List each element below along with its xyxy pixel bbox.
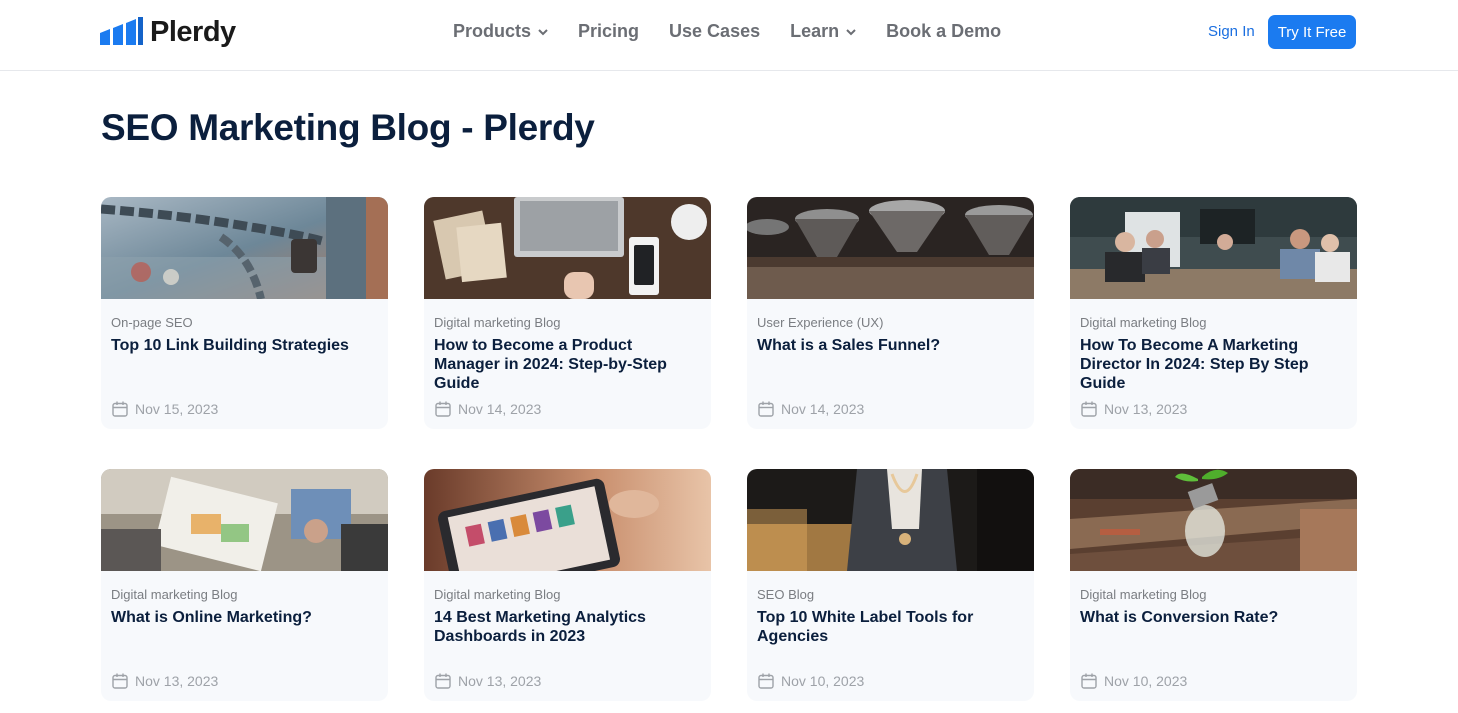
post-date: Nov 14, 2023 bbox=[757, 400, 864, 418]
post-date-text: Nov 13, 2023 bbox=[1104, 401, 1188, 417]
post-category: On-page SEO bbox=[111, 315, 193, 330]
post-date: Nov 13, 2023 bbox=[434, 672, 541, 690]
brand-logo[interactable]: Plerdy bbox=[100, 14, 236, 50]
post-date-text: Nov 15, 2023 bbox=[135, 401, 219, 417]
post-card[interactable]: Digital marketing Blog How to Become a P… bbox=[424, 197, 711, 429]
nav-learn[interactable]: Learn bbox=[790, 19, 856, 43]
post-card[interactable]: User Experience (UX) What is a Sales Fun… bbox=[747, 197, 1034, 429]
post-category: SEO Blog bbox=[757, 587, 815, 602]
nav-label: Book a Demo bbox=[886, 20, 1002, 41]
tablet-dashboard-photo bbox=[424, 469, 711, 571]
glass-funnels-photo bbox=[747, 197, 1034, 299]
post-title[interactable]: Top 10 White Label Tools for Agencies bbox=[757, 608, 1022, 646]
post-category: Digital marketing Blog bbox=[1080, 587, 1207, 602]
chevron-down-icon bbox=[538, 29, 548, 36]
post-date: Nov 13, 2023 bbox=[111, 672, 218, 690]
brand-name: Plerdy bbox=[150, 15, 236, 48]
calendar-icon bbox=[758, 673, 774, 689]
site-header: Plerdy Products Pricing Use Cases Learn … bbox=[0, 0, 1458, 71]
meeting-room-photo bbox=[1070, 197, 1357, 299]
nav-label: Pricing bbox=[578, 20, 640, 41]
sign-in-link[interactable]: Sign In bbox=[1208, 23, 1255, 40]
calendar-icon bbox=[1081, 673, 1097, 689]
chevron-down-icon bbox=[846, 29, 856, 36]
post-title[interactable]: 14 Best Marketing Analytics Dashboards i… bbox=[434, 608, 699, 646]
page-title: SEO Marketing Blog - Plerdy bbox=[101, 107, 595, 148]
post-title[interactable]: What is a Sales Funnel? bbox=[757, 336, 1022, 355]
calendar-icon bbox=[435, 401, 451, 417]
lightbulb-plant-photo bbox=[1070, 469, 1357, 571]
post-grid: On-page SEO Top 10 Link Building Strateg… bbox=[101, 197, 1357, 701]
laptop-desk-photo bbox=[424, 197, 711, 299]
logo-icon bbox=[100, 17, 143, 45]
post-title[interactable]: What is Conversion Rate? bbox=[1080, 608, 1345, 627]
post-date-text: Nov 14, 2023 bbox=[458, 401, 542, 417]
post-card[interactable]: Digital marketing Blog What is Online Ma… bbox=[101, 469, 388, 701]
post-date: Nov 14, 2023 bbox=[434, 400, 541, 418]
post-title[interactable]: How to Become a Product Manager in 2024:… bbox=[434, 336, 699, 393]
calendar-icon bbox=[435, 673, 451, 689]
post-category: Digital marketing Blog bbox=[434, 315, 561, 330]
calendar-icon bbox=[1081, 401, 1097, 417]
post-date: Nov 10, 2023 bbox=[757, 672, 864, 690]
nav-use-cases[interactable]: Use Cases bbox=[669, 19, 760, 43]
post-category: Digital marketing Blog bbox=[1080, 315, 1207, 330]
post-card[interactable]: On-page SEO Top 10 Link Building Strateg… bbox=[101, 197, 388, 429]
nav-book-demo[interactable]: Book a Demo bbox=[886, 19, 1001, 43]
post-card[interactable]: Digital marketing Blog How To Become A M… bbox=[1070, 197, 1357, 429]
post-category: Digital marketing Blog bbox=[111, 587, 238, 602]
nav-label: Learn bbox=[790, 20, 840, 41]
calendar-icon bbox=[112, 401, 128, 417]
post-title[interactable]: What is Online Marketing? bbox=[111, 608, 376, 627]
post-card[interactable]: SEO Blog Top 10 White Label Tools for Ag… bbox=[747, 469, 1034, 701]
team-papers-photo bbox=[101, 469, 388, 571]
post-category: Digital marketing Blog bbox=[434, 587, 561, 602]
post-card[interactable]: Digital marketing Blog 14 Best Marketing… bbox=[424, 469, 711, 701]
post-date-text: Nov 10, 2023 bbox=[781, 673, 865, 689]
try-it-free-button[interactable]: Try It Free bbox=[1268, 15, 1356, 49]
post-date-text: Nov 13, 2023 bbox=[458, 673, 542, 689]
post-title[interactable]: How To Become A Marketing Director In 20… bbox=[1080, 336, 1345, 393]
post-category: User Experience (UX) bbox=[757, 315, 884, 330]
post-date-text: Nov 14, 2023 bbox=[781, 401, 865, 417]
nav-label: Use Cases bbox=[669, 20, 761, 41]
post-date: Nov 13, 2023 bbox=[1080, 400, 1187, 418]
post-card[interactable]: Digital marketing Blog What is Conversio… bbox=[1070, 469, 1357, 701]
main-nav: Products Pricing Use Cases Learn Book a … bbox=[453, 19, 1001, 43]
post-date: Nov 10, 2023 bbox=[1080, 672, 1187, 690]
calendar-icon bbox=[758, 401, 774, 417]
nav-pricing[interactable]: Pricing bbox=[578, 19, 639, 43]
nav-label: Products bbox=[453, 20, 532, 41]
calendar-icon bbox=[112, 673, 128, 689]
post-date-text: Nov 10, 2023 bbox=[1104, 673, 1188, 689]
post-date: Nov 15, 2023 bbox=[111, 400, 218, 418]
chain-padlock-photo bbox=[101, 197, 388, 299]
person-necklace-photo bbox=[747, 469, 1034, 571]
post-date-text: Nov 13, 2023 bbox=[135, 673, 219, 689]
nav-products[interactable]: Products bbox=[453, 19, 548, 43]
post-title[interactable]: Top 10 Link Building Strategies bbox=[111, 336, 376, 355]
